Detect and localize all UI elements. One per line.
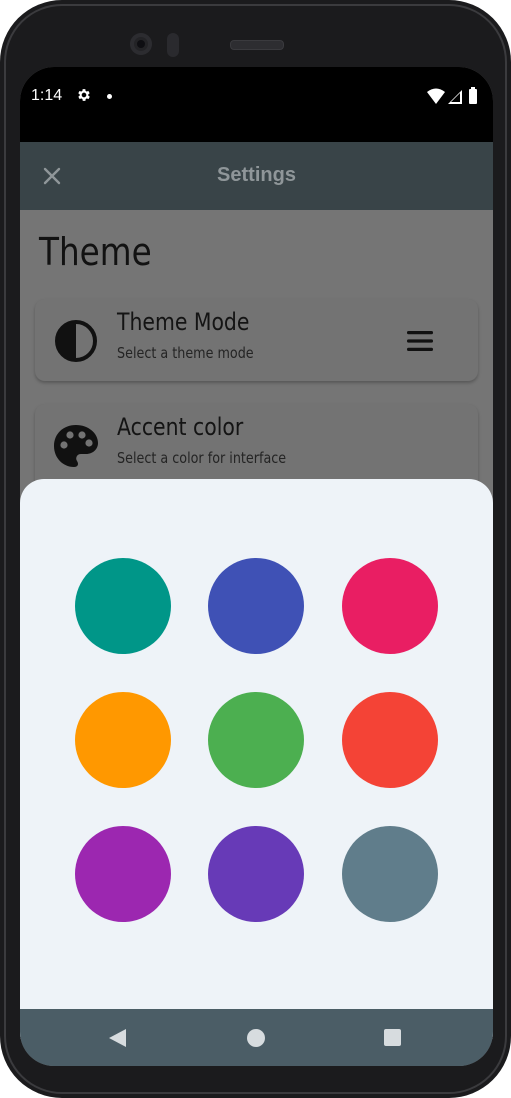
accent-color-subtitle: Select a color for interface [117, 449, 287, 467]
battery-icon [469, 89, 477, 104]
navigation-bar [20, 1009, 493, 1066]
phone-frame: 1:14 Settings Theme Theme Mode Select a … [0, 0, 511, 1098]
color-swatch-purple[interactable] [75, 826, 171, 922]
app-bar-title: Settings [217, 164, 296, 186]
theme-mode-card[interactable]: Theme Mode Select a theme mode [35, 299, 478, 381]
color-swatch-teal[interactable] [75, 558, 171, 654]
gear-icon [78, 89, 90, 101]
earpiece-speaker [230, 40, 284, 50]
section-title: Theme [39, 230, 152, 274]
wifi-icon [427, 88, 445, 104]
status-time: 1:14 [31, 87, 63, 104]
app-bar: Settings [20, 142, 493, 210]
notification-dot-icon [107, 94, 112, 99]
proximity-sensor [167, 33, 179, 57]
menu-icon[interactable] [407, 330, 433, 352]
color-swatch-deep-purple[interactable] [208, 826, 304, 922]
status-right-icons [427, 87, 477, 104]
contrast-icon [55, 320, 97, 362]
recents-icon[interactable] [384, 1029, 401, 1046]
home-icon[interactable] [247, 1029, 265, 1047]
color-swatch-blue-grey[interactable] [342, 826, 438, 922]
color-swatch-green[interactable] [208, 692, 304, 788]
signal-icon [448, 90, 462, 104]
palette-icon [54, 425, 98, 467]
front-camera [130, 33, 152, 55]
back-icon[interactable] [109, 1029, 126, 1047]
accent-color-title: Accent color [117, 413, 244, 441]
color-swatch-orange[interactable] [75, 692, 171, 788]
color-picker-sheet [20, 479, 493, 1039]
theme-mode-title: Theme Mode [117, 308, 250, 336]
screen: 1:14 Settings Theme Theme Mode Select a … [20, 67, 493, 1066]
color-swatch-indigo[interactable] [208, 558, 304, 654]
status-bar: 1:14 [20, 67, 493, 142]
color-swatch-red[interactable] [342, 692, 438, 788]
theme-mode-subtitle: Select a theme mode [117, 344, 254, 362]
color-swatch-pink[interactable] [342, 558, 438, 654]
